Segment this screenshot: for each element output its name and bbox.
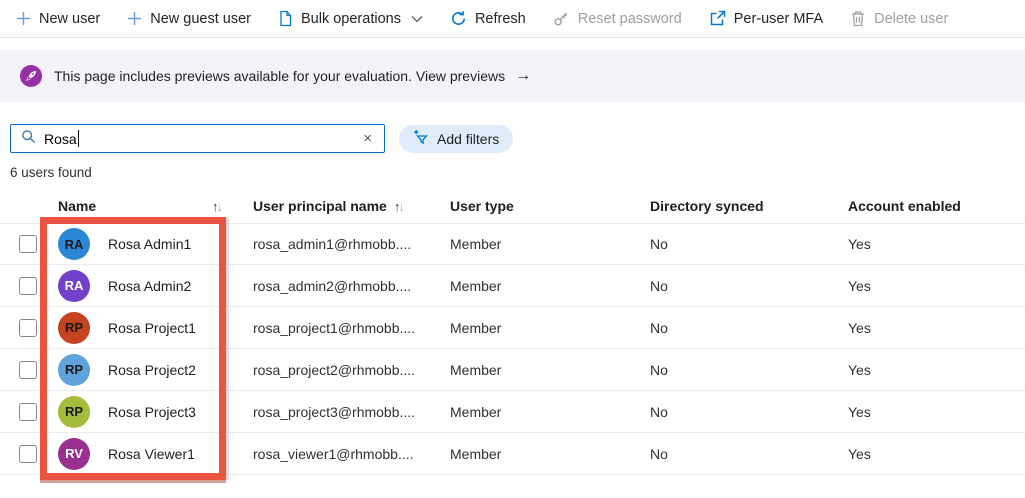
delete-user-label: Delete user [874,10,949,27]
search-input[interactable]: Rosa × [10,124,385,153]
avatar: RP [58,353,90,386]
user-name[interactable]: Rosa Viewer1 [108,446,195,462]
preview-banner: This page includes previews available fo… [0,50,1025,102]
user-name[interactable]: Rosa Admin2 [108,278,191,294]
bulk-operations-button[interactable]: Bulk operations [278,10,423,27]
column-header-directory-synced[interactable]: Directory synced [650,198,848,214]
column-header-user-type[interactable]: User type [450,198,650,214]
user-name[interactable]: Rosa Project2 [108,362,196,378]
table-row[interactable]: RP Rosa Project2 rosa_project2@rhmobb....… [0,349,1025,391]
new-user-button[interactable]: New user [16,11,100,27]
key-icon [553,10,570,27]
reset-password-button[interactable]: Reset password [553,10,682,27]
sort-icons: ↑↓ [394,198,405,214]
user-upn: rosa_admin2@rhmobb.... [253,277,412,294]
user-name[interactable]: Rosa Project1 [108,320,196,336]
sort-down-icon: ↓ [216,198,223,214]
avatar: RP [58,395,90,428]
per-user-mfa-label: Per-user MFA [733,10,824,27]
sort-down-icon: ↓ [398,198,404,214]
user-type: Member [450,236,502,252]
refresh-icon [450,10,467,27]
plus-icon [127,11,142,26]
account-enabled: Yes [848,319,871,336]
user-type: Member [450,361,502,378]
user-upn: rosa_admin1@rhmobb.... [253,236,412,252]
row-checkbox[interactable] [19,360,37,379]
arrow-right-icon[interactable]: → [515,67,531,85]
user-upn: rosa_project3@rhmobb.... [253,403,416,420]
account-enabled: Yes [848,361,871,378]
search-icon [21,129,36,149]
table-row[interactable]: RP Rosa Project1 rosa_project1@rhmobb....… [0,307,1025,349]
add-filter-icon [413,129,430,149]
row-checkbox[interactable] [19,276,37,295]
column-header-name[interactable]: Name ↑↓ [58,198,253,214]
column-header-account-enabled[interactable]: Account enabled [848,198,1025,214]
avatar: RA [58,228,90,260]
directory-synced: No [650,277,668,294]
table-row[interactable]: RA Rosa Admin1 rosa_admin1@rhmobb.... Mem… [0,223,1025,265]
per-user-mfa-button[interactable]: Per-user MFA [709,10,823,27]
user-table-body: RA Rosa Admin1 rosa_admin1@rhmobb.... Mem… [0,223,1025,475]
table-row[interactable]: RV Rosa Viewer1 rosa_viewer1@rhmobb.... M… [0,433,1025,475]
bulk-operations-label: Bulk operations [301,10,401,27]
search-filter-row: Rosa × Add filters [0,124,1025,153]
delete-user-button[interactable]: Delete user [850,10,948,27]
add-filters-label: Add filters [437,130,500,147]
preview-banner-message: This page includes previews available fo… [54,68,506,84]
account-enabled: Yes [848,277,871,294]
row-checkbox[interactable] [19,318,37,337]
avatar: RP [58,311,90,344]
rocket-icon [20,65,42,87]
table-row[interactable]: RP Rosa Project3 rosa_project3@rhmobb....… [0,391,1025,433]
text-cursor [77,130,79,147]
clear-search-icon[interactable]: × [361,129,374,148]
account-enabled: Yes [848,236,871,252]
user-name[interactable]: Rosa Admin1 [108,236,191,252]
user-type: Member [450,277,502,294]
plus-icon [16,11,31,26]
user-type: Member [450,403,502,420]
user-type: Member [450,445,502,462]
chevron-down-icon [411,15,423,23]
avatar: RV [58,437,90,470]
external-link-icon [709,10,726,27]
user-type: Member [450,319,502,336]
avatar: RA [58,269,90,302]
row-checkbox[interactable] [19,444,37,463]
directory-synced: No [650,236,668,252]
refresh-button[interactable]: Refresh [450,10,526,27]
directory-synced: No [650,319,668,336]
refresh-label: Refresh [474,10,526,27]
table-header: Name ↑↓ User principal name ↑↓ User type… [0,189,1025,223]
column-header-upn[interactable]: User principal name ↑↓ [253,198,450,214]
row-checkbox[interactable] [19,402,37,421]
trash-icon [850,10,866,27]
directory-synced: No [650,361,668,378]
user-upn: rosa_project1@rhmobb.... [253,319,416,336]
account-enabled: Yes [848,445,871,462]
new-guest-user-button[interactable]: New guest user [127,11,251,27]
user-upn: rosa_viewer1@rhmobb.... [253,445,414,462]
sort-icons: ↑↓ [212,198,223,214]
user-upn: rosa_project2@rhmobb.... [253,361,416,378]
table-row[interactable]: RA Rosa Admin2 rosa_admin2@rhmobb.... Mem… [0,265,1025,307]
column-header-name-label: Name [58,198,97,214]
new-guest-user-label: New guest user [150,10,251,27]
user-name[interactable]: Rosa Project3 [108,404,196,420]
document-icon [278,10,293,27]
reset-password-label: Reset password [577,10,682,27]
new-user-label: New user [39,10,101,27]
search-value: Rosa [44,130,77,147]
results-count: 6 users found [10,165,92,180]
column-header-upn-label: User principal name [253,198,387,214]
directory-synced: No [650,445,668,462]
add-filters-button[interactable]: Add filters [399,124,514,153]
directory-synced: No [650,403,668,420]
row-checkbox[interactable] [19,235,37,253]
command-bar: New user New guest user Bulk operations … [0,0,1025,38]
account-enabled: Yes [848,403,871,420]
